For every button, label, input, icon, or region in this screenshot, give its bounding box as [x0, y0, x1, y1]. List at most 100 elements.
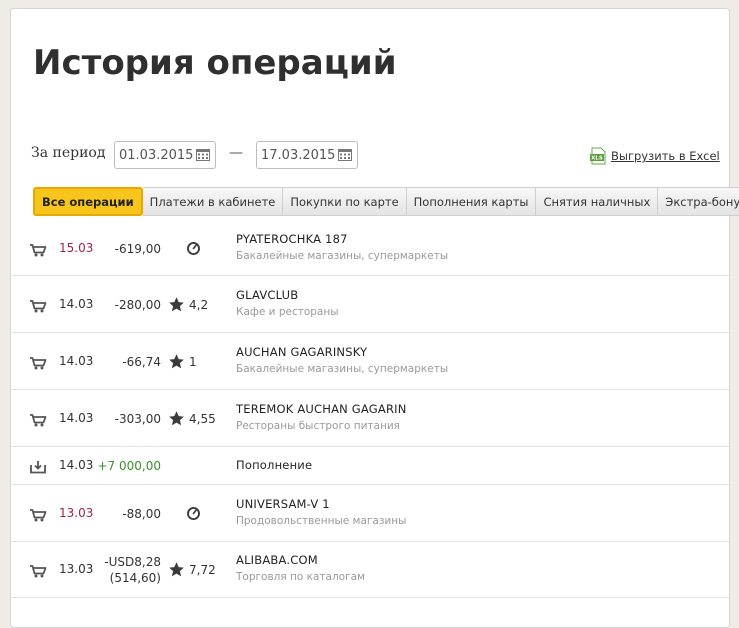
tab-cash-withdrawals[interactable]: Снятия наличных: [536, 187, 659, 216]
operation-amount: +7 000,00: [97, 458, 162, 474]
merchant-category: Рестораны быстрого питания: [236, 420, 400, 432]
operation-amount: -303,00: [97, 411, 161, 427]
operation-row[interactable]: 13.03 -88,00 UNIVERSAM-V 1 Продовольственны…: [11, 485, 729, 542]
operation-date: 14.03: [59, 297, 94, 311]
merchant-category: Бакалейные магазины, супермаркеты: [236, 250, 449, 262]
calendar-icon[interactable]: [196, 149, 210, 161]
amount-value: -USD8,28: [104, 555, 161, 569]
tab-label: Пополнения карты: [413, 194, 529, 209]
merchant-name: PYATEROCHKA 187: [236, 232, 348, 246]
operation-filter-tabs: Все операции Платежи в кабинете Покупки …: [33, 187, 739, 216]
operation-date: 13.03: [59, 562, 94, 576]
operation-merchant: PYATEROCHKA 187 Бакалейные магазины, супе…: [236, 232, 448, 262]
operation-date: 14.03: [59, 458, 94, 472]
operation-merchant: UNIVERSAM-V 1 Продовольственные магазины: [236, 497, 406, 527]
operation-bonus: [185, 240, 206, 257]
amount-value: -66,74: [122, 355, 161, 369]
merchant-category: Кафе и рестораны: [236, 306, 339, 318]
bonus-points: 4,2: [189, 297, 209, 312]
merchant-name: TEREMOK AUCHAN GAGARIN: [236, 402, 407, 416]
amount-value: -88,00: [122, 507, 161, 521]
operation-date: 14.03: [59, 411, 94, 425]
export-excel[interactable]: XLS Выгрузить в Excel: [589, 147, 720, 165]
tab-all-operations[interactable]: Все операции: [33, 187, 143, 216]
operation-row[interactable]: 14.03 -303,00 4,55 TEREMOK AUCHAN GAGARIN Ре…: [11, 390, 729, 447]
merchant-name: ALIBABA.COM: [236, 553, 318, 567]
date-range-dash: —: [229, 145, 243, 161]
amount-value: +7 000,00: [97, 459, 162, 473]
operation-bonus: 7,72: [168, 561, 216, 578]
star-icon: [169, 297, 184, 312]
date-from-field[interactable]: 01.03.2015: [114, 141, 216, 169]
operation-merchant: TEREMOK AUCHAN GAGARIN Рестораны быстрого…: [236, 402, 407, 432]
merchant-name: Пополнение: [236, 458, 313, 472]
operation-date: 13.03: [59, 506, 94, 520]
operation-merchant: GLAVCLUB Кафе и рестораны: [236, 288, 339, 318]
merchant-name: UNIVERSAM-V 1: [236, 497, 330, 511]
operation-bonus: 4,55: [168, 410, 216, 427]
date-to-field[interactable]: 17.03.2015: [256, 141, 358, 169]
amount-value: -619,00: [114, 242, 161, 256]
excel-file-icon[interactable]: XLS: [589, 147, 607, 165]
operation-bonus: [185, 505, 206, 522]
cart-icon: [29, 507, 47, 522]
tab-label: Экстра-бонусы: [665, 194, 739, 209]
period-label: За период: [31, 145, 106, 161]
bonus-points: 4,55: [189, 411, 216, 426]
operation-merchant: ALIBABA.COM Торговля по каталогам: [236, 553, 365, 583]
tab-label: Платежи в кабинете: [149, 194, 276, 209]
operation-row[interactable]: 14.03 +7 000,00 Пополнение: [11, 447, 729, 485]
export-excel-link[interactable]: Выгрузить в Excel: [611, 149, 720, 163]
cart-icon: [29, 298, 47, 313]
merchant-category: Торговля по каталогам: [236, 571, 365, 583]
pending-clock-icon: [187, 242, 200, 255]
operation-amount: -88,00: [97, 506, 161, 522]
operation-row[interactable]: 13.03 -USD8,28 (514,60) 7,72 ALIBABA.COM Торг…: [11, 542, 729, 598]
operation-row[interactable]: 15.03 -619,00 PYATEROCHKA 187 Бакалейные ма…: [11, 221, 729, 276]
amount-value: -303,00: [114, 412, 161, 426]
tab-extra-bonuses[interactable]: Экстра-бонусы: [658, 187, 739, 216]
bonus-points: 7,72: [189, 562, 216, 577]
operation-bonus: 1: [168, 353, 197, 370]
operations-list: 15.03 -619,00 PYATEROCHKA 187 Бакалейные ма…: [11, 221, 729, 598]
operation-amount: -619,00: [97, 241, 161, 257]
merchant-name: AUCHAN GAGARINSKY: [236, 345, 368, 359]
operation-amount: -USD8,28 (514,60): [97, 554, 161, 586]
date-from-value: 01.03.2015: [119, 147, 194, 163]
pending-clock-icon: [187, 507, 200, 520]
tab-card-top-ups[interactable]: Пополнения карты: [406, 187, 537, 216]
page-title: История операций: [33, 43, 397, 83]
cart-icon: [29, 563, 47, 578]
tab-label: Покупки по карте: [290, 194, 399, 209]
operation-row[interactable]: 14.03 -66,74 1 AUCHAN GAGARINSKY Бакалейные …: [11, 333, 729, 390]
cart-icon: [29, 412, 47, 427]
tab-label: Все операции: [42, 194, 134, 209]
top-up-icon: [29, 459, 47, 474]
star-icon: [169, 562, 184, 577]
merchant-category: Бакалейные магазины, супермаркеты: [236, 363, 449, 375]
merchant-name: GLAVCLUB: [236, 288, 299, 302]
operation-date: 14.03: [59, 354, 94, 368]
tab-cabinet-payments[interactable]: Платежи в кабинете: [142, 187, 284, 216]
cart-icon: [29, 242, 47, 257]
calendar-icon[interactable]: [338, 149, 352, 161]
star-icon: [169, 354, 184, 369]
star-icon: [169, 411, 184, 426]
amount-value: -280,00: [114, 298, 161, 312]
tab-card-purchases[interactable]: Покупки по карте: [283, 187, 407, 216]
svg-text:XLS: XLS: [591, 156, 603, 162]
operation-date: 15.03: [59, 241, 94, 255]
date-to-value: 17.03.2015: [261, 147, 336, 163]
operation-amount: -280,00: [97, 297, 161, 313]
bonus-points: 1: [189, 354, 197, 369]
operation-bonus: 4,2: [168, 296, 208, 313]
operation-amount: -66,74: [97, 354, 161, 370]
amount-rub-equivalent: (514,60): [109, 571, 161, 585]
operation-merchant: AUCHAN GAGARINSKY Бакалейные магазины, су…: [236, 345, 448, 375]
cart-icon: [29, 355, 47, 370]
operation-row[interactable]: 14.03 -280,00 4,2 GLAVCLUB Кафе и рестораны: [11, 276, 729, 333]
merchant-category: Продовольственные магазины: [236, 515, 407, 527]
tab-label: Снятия наличных: [543, 194, 651, 209]
operation-merchant: Пополнение: [236, 458, 312, 472]
operations-card: История операций За период 01.03.2015 — …: [10, 8, 739, 628]
